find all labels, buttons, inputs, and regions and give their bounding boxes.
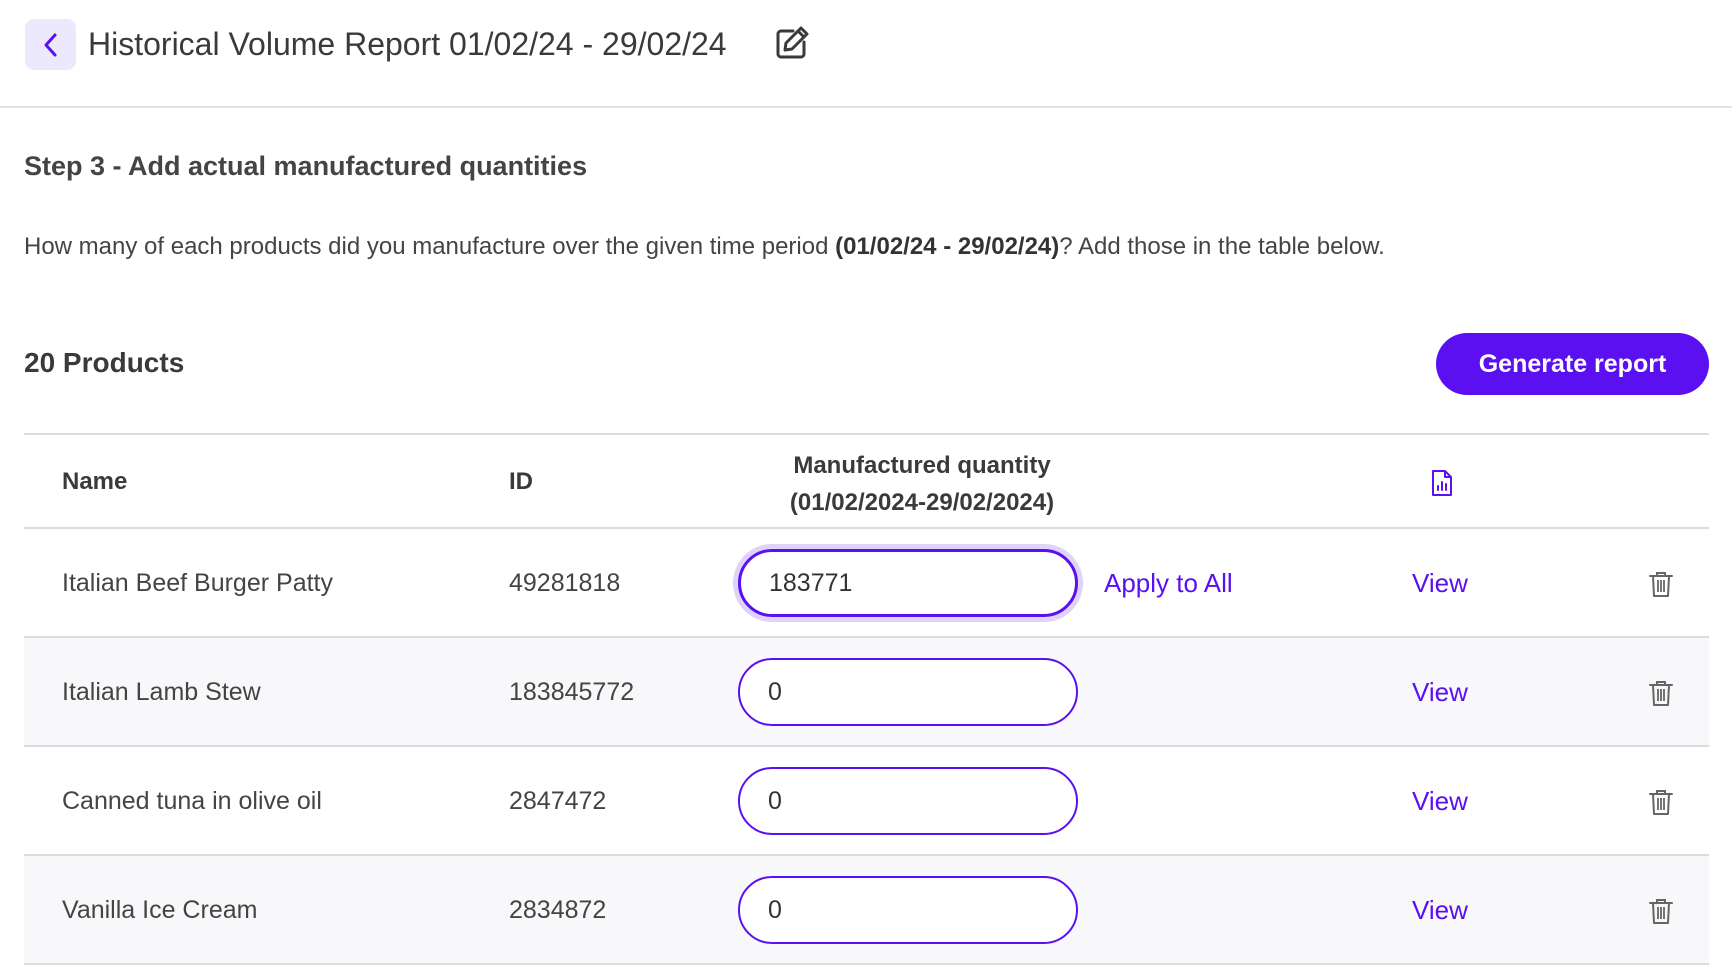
report-document-icon: [1432, 470, 1452, 496]
table-row: Canned tuna in olive oil 2847472 View: [24, 747, 1709, 856]
view-link[interactable]: View: [1412, 568, 1468, 599]
column-header-quantity: Manufactured quantity (01/02/2024-29/02/…: [662, 447, 1182, 521]
view-link[interactable]: View: [1412, 677, 1468, 708]
product-name: Vanilla Ice Cream: [62, 896, 258, 924]
trash-icon[interactable]: [1648, 788, 1674, 816]
table-header: Name ID Manufactured quantity (01/02/202…: [24, 435, 1709, 529]
description-period: (01/02/24 - 29/02/24): [835, 233, 1060, 260]
description-prefix: How many of each products did you manufa…: [24, 233, 836, 260]
table-row: Vanilla Ice Cream 2834872 View: [24, 856, 1709, 965]
trash-icon[interactable]: [1648, 570, 1674, 598]
page-title: Historical Volume Report 01/02/24 - 29/0…: [88, 26, 727, 62]
step-title: Step 3 - Add actual manufactured quantit…: [24, 151, 588, 181]
quantity-input[interactable]: [738, 549, 1078, 617]
step-description: How many of each products did you manufa…: [24, 233, 1385, 261]
quantity-header-period: (01/02/2024-29/02/2024): [789, 489, 1055, 516]
column-header-id: ID: [509, 468, 533, 495]
product-id: 183845772: [509, 678, 635, 706]
view-link[interactable]: View: [1412, 895, 1468, 926]
product-id: 2847472: [509, 787, 607, 815]
product-count: 20 Products: [24, 347, 185, 378]
trash-icon[interactable]: [1648, 679, 1674, 707]
trash-icon[interactable]: [1648, 897, 1674, 925]
top-bar: Historical Volume Report 01/02/24 - 29/0…: [0, 0, 1732, 108]
quantity-input[interactable]: [738, 767, 1078, 835]
column-header-name: Name: [62, 468, 128, 495]
edit-pencil-icon[interactable]: [773, 24, 811, 62]
view-link[interactable]: View: [1412, 786, 1468, 817]
quantity-input[interactable]: [738, 658, 1078, 726]
apply-to-all-link[interactable]: Apply to All: [1104, 568, 1233, 599]
description-suffix: ? Add those in the table below.: [1059, 233, 1385, 260]
product-id: 49281818: [509, 569, 621, 597]
quantity-header-title: Manufactured quantity: [793, 452, 1051, 479]
product-name: Italian Lamb Stew: [62, 678, 261, 706]
table-row: Italian Beef Burger Patty 49281818 Apply…: [24, 529, 1709, 638]
generate-report-button[interactable]: Generate report: [1436, 333, 1709, 395]
quantity-input[interactable]: [738, 876, 1078, 944]
back-button[interactable]: [25, 19, 76, 70]
product-name: Canned tuna in olive oil: [62, 787, 322, 815]
product-name: Italian Beef Burger Patty: [62, 569, 333, 597]
product-id: 2834872: [509, 896, 607, 924]
table-row: Italian Lamb Stew 183845772 View: [24, 638, 1709, 747]
products-table: Name ID Manufactured quantity (01/02/202…: [24, 433, 1709, 965]
chevron-left-icon: [44, 33, 56, 56]
